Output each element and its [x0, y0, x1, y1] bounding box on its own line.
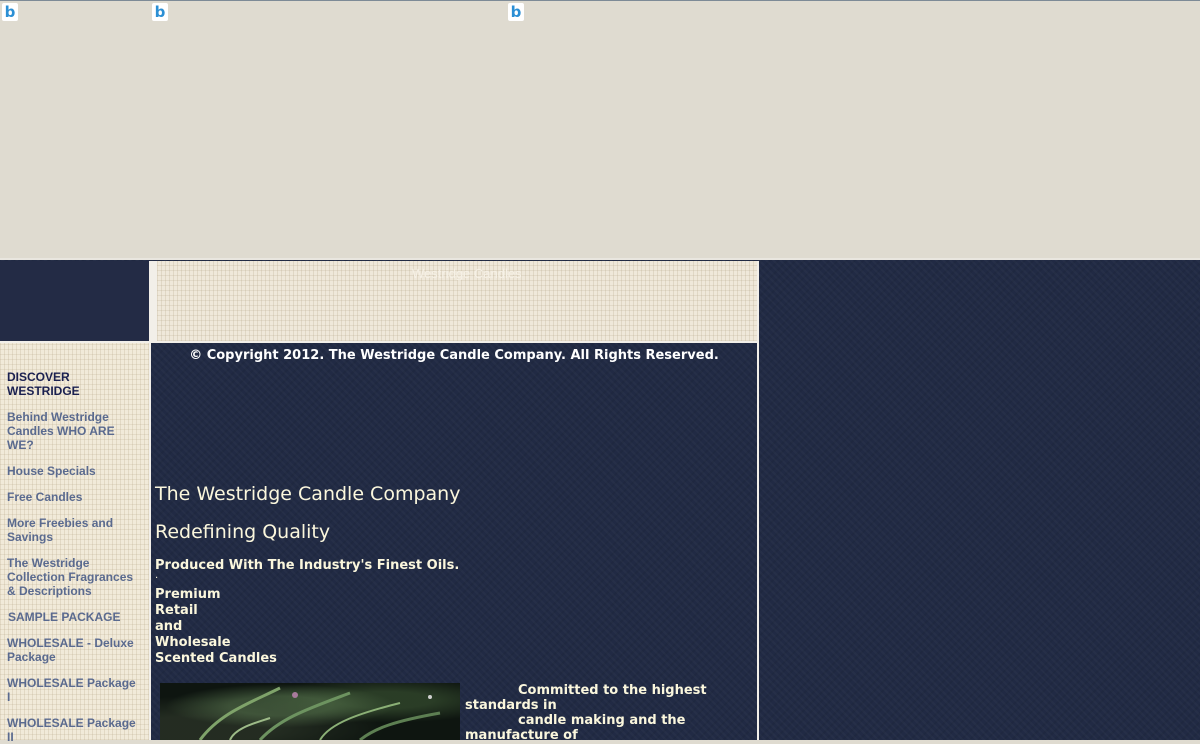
stack-line: Scented Candles — [155, 651, 277, 666]
divider — [0, 258, 1200, 260]
page-title: The Westridge Candle Company — [155, 483, 461, 505]
copyright-text: © Copyright 2012. The Westridge Candle C… — [189, 348, 719, 363]
banner-text: Westridge Candles — [412, 266, 522, 281]
nav-link-freebies[interactable]: More Freebies and Savings — [7, 516, 142, 544]
commit-line: Committed to the highest — [518, 683, 707, 698]
divider — [757, 261, 759, 740]
nav-link-wholesale-1[interactable]: WHOLESALE Package I — [7, 676, 142, 704]
commitment-text: Committed to the highest standards in ca… — [465, 683, 715, 743]
main-content: © Copyright 2012. The Westridge Candle C… — [151, 343, 757, 743]
bing-icon[interactable]: b — [2, 3, 18, 21]
commit-line: candle making and the — [518, 713, 686, 728]
page-subtitle: Redefining Quality — [155, 521, 331, 543]
nav-link-free-candles[interactable]: Free Candles — [7, 490, 142, 504]
sidebar: DISCOVER WESTRIDGE Behind Westridge Cand… — [0, 343, 149, 744]
bing-icon[interactable]: b — [152, 3, 168, 21]
nav-link-wholesale-deluxe[interactable]: WHOLESALE - Deluxe Package — [7, 636, 142, 664]
header-left-block — [0, 261, 149, 341]
candle-photo — [160, 683, 460, 740]
nav-link-sample-package[interactable]: SAMPLE PACKAGE — [8, 610, 143, 624]
divider — [149, 261, 157, 341]
nav-link-house-specials[interactable]: House Specials — [7, 464, 142, 478]
header-banner: Westridge Candles — [157, 261, 758, 341]
nav-link-collection[interactable]: The Westridge Collection Fragrances & De… — [7, 556, 142, 598]
nav-link-behind-westridge[interactable]: Behind Westridge Candles WHO ARE WE? — [7, 410, 142, 452]
dot-text: . — [155, 570, 159, 581]
stack-line: Premium — [155, 587, 221, 602]
produced-text: Produced With The Industry's Finest Oils… — [155, 558, 460, 573]
stack-line: Wholesale — [155, 635, 231, 650]
commit-line: manufacture of — [465, 728, 578, 743]
stack-line: and — [155, 619, 183, 634]
bing-icon[interactable]: b — [508, 3, 524, 21]
top-border — [0, 0, 1200, 1]
stack-line: Retail — [155, 603, 198, 618]
sidebar-heading: DISCOVER WESTRIDGE — [7, 370, 80, 398]
commit-line: standards in — [465, 698, 557, 713]
